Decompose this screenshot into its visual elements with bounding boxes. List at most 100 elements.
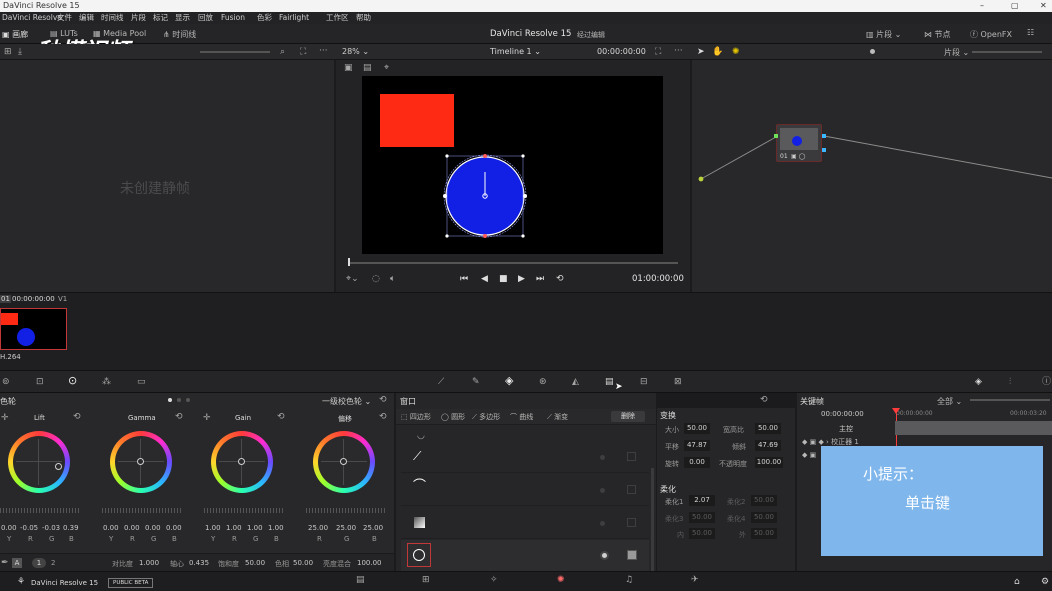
input-port[interactable] bbox=[698, 176, 704, 182]
gamma-master-dial[interactable] bbox=[102, 508, 182, 513]
window-row-linear[interactable]: ⟋ bbox=[401, 441, 649, 473]
node-output-port[interactable] bbox=[822, 134, 826, 138]
node-zoom-dot[interactable] bbox=[870, 49, 875, 54]
video-frame[interactable] bbox=[362, 76, 663, 254]
lift-wheel[interactable] bbox=[8, 431, 70, 493]
rgb-mixer-icon[interactable]: ⁂ bbox=[102, 377, 111, 387]
gradient-window-button[interactable]: ⟋ 渐变 bbox=[547, 412, 568, 422]
lum-mix-value[interactable]: 100.00 bbox=[357, 559, 382, 567]
corrector-node[interactable]: 01 ▣ ◯ bbox=[776, 124, 822, 162]
rotate-field[interactable]: 0.00 bbox=[684, 457, 710, 468]
offset-r-value[interactable]: 25.00 bbox=[308, 524, 328, 532]
menu-item-view[interactable]: 显示 bbox=[175, 12, 190, 24]
menu-item-fairlight[interactable]: Fairlight bbox=[279, 12, 309, 24]
motion-effects-icon[interactable]: ▭ bbox=[137, 377, 146, 387]
node-key-output-port[interactable] bbox=[822, 148, 826, 152]
outside-field[interactable]: 50.00 bbox=[751, 528, 777, 539]
menu-item-fusion[interactable]: Fusion bbox=[221, 12, 245, 24]
gamma-b-value[interactable]: 0.00 bbox=[166, 524, 182, 532]
curves-icon[interactable]: ⟋ bbox=[438, 377, 444, 387]
soft3-field[interactable]: 50.00 bbox=[689, 512, 715, 523]
keyframe-mode-select[interactable]: 全部 ⌄ bbox=[937, 396, 962, 407]
lift-picker-icon[interactable]: ✛ bbox=[1, 413, 9, 423]
menu-item-color[interactable]: 色彩 bbox=[257, 12, 272, 24]
pointer-icon[interactable]: ➤ bbox=[697, 47, 705, 57]
page-dot-2[interactable] bbox=[177, 398, 181, 402]
color-page-icon[interactable]: ✺ bbox=[557, 575, 565, 585]
lift-y-value[interactable]: 0.00 bbox=[1, 524, 17, 532]
menu-item-help[interactable]: 帮助 bbox=[356, 12, 371, 24]
handle-top-left[interactable] bbox=[445, 154, 449, 158]
lift-reset-icon[interactable]: ⟲ bbox=[73, 412, 81, 422]
key-icon[interactable]: ▤ bbox=[605, 377, 614, 387]
node-input-port[interactable] bbox=[774, 134, 778, 138]
page-1-button[interactable]: 1 bbox=[32, 558, 46, 568]
auto-balance-icon[interactable]: A bbox=[12, 558, 22, 568]
expand-icon[interactable]: ⛶ bbox=[300, 47, 306, 57]
lift-master-dial[interactable] bbox=[0, 508, 80, 513]
gain-y-value[interactable]: 1.00 bbox=[205, 524, 221, 532]
sizing-icon[interactable]: ⊟ bbox=[640, 377, 648, 387]
menu-item-workspace[interactable]: 工作区 bbox=[326, 12, 349, 24]
node-mode-select[interactable]: 片段 ⌄ bbox=[944, 47, 969, 58]
nodes-tab[interactable]: ⋈ 节点 bbox=[924, 29, 951, 40]
minimize-button[interactable]: – bbox=[980, 0, 984, 12]
3d-icon[interactable]: ⊠ bbox=[674, 377, 682, 387]
stop-icon[interactable]: ■ bbox=[499, 274, 508, 284]
fusion-page-icon[interactable]: ✧ bbox=[490, 575, 498, 585]
curve-window-invert[interactable] bbox=[627, 485, 636, 494]
lift-b-value[interactable]: 0.39 bbox=[63, 524, 79, 532]
timeline-select[interactable]: Timeline 1 ⌄ bbox=[490, 47, 541, 56]
handle-right[interactable] bbox=[523, 194, 527, 198]
wheels-mode-select[interactable]: 一级校色轮 ⌄ bbox=[322, 396, 371, 407]
home-icon[interactable]: ⌂ bbox=[1014, 577, 1020, 587]
offset-handle[interactable] bbox=[340, 458, 347, 465]
eyedropper-icon[interactable]: ✒ bbox=[1, 558, 9, 568]
grid-small-icon[interactable]: ⊞ bbox=[4, 47, 12, 57]
handle-bottom-left[interactable] bbox=[445, 234, 449, 238]
zoom-select[interactable]: 28% ⌄ bbox=[342, 47, 369, 56]
viewer-scrubber[interactable] bbox=[348, 262, 678, 264]
window-tool-icon[interactable]: ◈ bbox=[505, 375, 513, 386]
handle-top[interactable] bbox=[483, 154, 487, 158]
menu-item-edit[interactable]: 编辑 bbox=[79, 12, 94, 24]
skip-start-icon[interactable]: ⏮︎ bbox=[460, 274, 468, 284]
fairlight-page-icon[interactable]: ♫ bbox=[625, 575, 633, 585]
transform-icon[interactable]: ⌖ bbox=[384, 63, 389, 73]
handle-left[interactable] bbox=[443, 194, 447, 198]
color-wheels-icon[interactable]: ⊙ bbox=[68, 375, 77, 386]
lift-r-value[interactable]: -0.05 bbox=[20, 524, 38, 532]
gamma-g-value[interactable]: 0.00 bbox=[145, 524, 161, 532]
settings-gear-icon[interactable]: ⚙ bbox=[1041, 577, 1049, 587]
gallery-zoom-slider[interactable] bbox=[200, 51, 270, 53]
gradient-window-invert[interactable] bbox=[627, 518, 636, 527]
soft2-field[interactable]: 50.00 bbox=[751, 495, 777, 506]
highlight-icon[interactable]: ✺ bbox=[732, 47, 740, 57]
pan-field[interactable]: 47.87 bbox=[684, 440, 710, 451]
gain-handle[interactable] bbox=[238, 458, 245, 465]
offset-reset-icon[interactable]: ⟲ bbox=[379, 412, 387, 422]
circle-window-toggle[interactable] bbox=[600, 551, 609, 560]
more-options-icon[interactable]: ··· bbox=[319, 46, 328, 56]
close-button[interactable]: ✕ bbox=[1040, 0, 1047, 12]
lift-g-value[interactable]: -0.03 bbox=[42, 524, 60, 532]
linear-window-toggle[interactable] bbox=[600, 455, 605, 460]
search-icon[interactable]: ⌕ bbox=[280, 47, 285, 57]
circle-window-button[interactable]: ◯ 圆形 bbox=[441, 412, 465, 422]
viewer-timecode[interactable]: 00:00:00:00 bbox=[597, 47, 646, 56]
page-2-button[interactable]: 2 bbox=[51, 559, 55, 567]
soft4-field[interactable]: 50.00 bbox=[751, 512, 777, 523]
edit-page-icon[interactable]: ⊞ bbox=[422, 575, 430, 585]
window-row-gradient[interactable] bbox=[401, 507, 649, 539]
polygon-window-button[interactable]: ⟋ 多边形 bbox=[472, 412, 500, 422]
play-reverse-icon[interactable]: ◀ bbox=[481, 274, 488, 284]
menu-item-playback[interactable]: 回放 bbox=[198, 12, 213, 24]
scopes-icon[interactable]: ⫶ bbox=[1009, 377, 1011, 387]
handle-bottom[interactable] bbox=[483, 234, 487, 238]
offset-wheel[interactable] bbox=[313, 431, 375, 493]
linear-window-invert[interactable] bbox=[627, 452, 636, 461]
saturation-value[interactable]: 50.00 bbox=[245, 559, 265, 567]
hue-value[interactable]: 50.00 bbox=[293, 559, 313, 567]
keyframe-track2-row[interactable]: ◆ ▣ bbox=[802, 451, 816, 459]
overlay-icon[interactable]: ▤ bbox=[363, 63, 372, 73]
